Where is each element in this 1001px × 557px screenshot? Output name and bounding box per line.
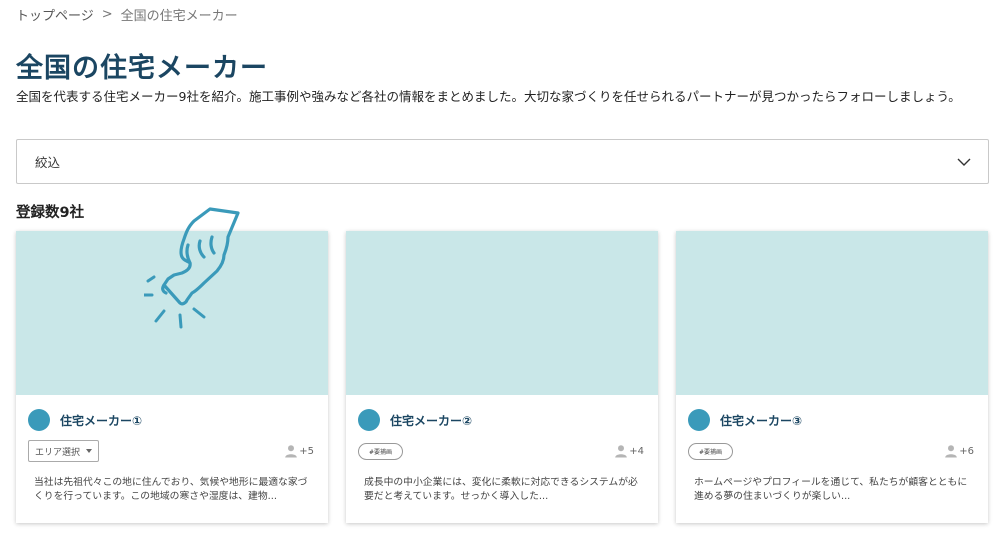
maker-card-list: 住宅メーカー① エリア選択 +5 当社は先祖代々この地に住んでおり、気候や地形に… [16,207,990,523]
breadcrumb-separator: > [101,7,113,22]
follower-count-value: +4 [629,445,644,457]
avatar [28,409,50,431]
avatar [688,409,710,431]
follower-count: +5 [284,444,314,458]
area-select[interactable]: エリア選択 [28,440,100,462]
maker-description: 成長中の中小企業には、変化に柔軟に対応できるシステムが必要だと考えています。せっ… [364,477,638,502]
filter-accordion[interactable]: 絞込 [16,139,989,184]
page-description: 全国を代表する住宅メーカー9社を紹介。施工事例や強みなど各社の情報をまとめました… [16,89,961,104]
follower-count-value: +5 [299,445,314,457]
follower-count: +6 [944,444,974,458]
breadcrumb: トップページ > 全国の住宅メーカー [16,5,238,24]
user-icon [945,445,958,458]
breadcrumb-current: 全国の住宅メーカー [120,9,238,24]
follower-count: +4 [614,444,644,458]
avatar [358,409,380,431]
maker-card-3[interactable]: 住宅メーカー③ #要捕画 +6 ホームページやプロフィールを通じて、私たちが顧客… [676,231,988,523]
chevron-down-icon [957,158,971,166]
maker-name[interactable]: 住宅メーカー② [390,412,472,429]
tag-badge[interactable]: #要捕画 [688,442,734,460]
registered-count: 登録数9社 [16,205,85,221]
card-thumbnail [676,231,988,395]
breadcrumb-home-link[interactable]: トップページ [16,5,94,24]
follower-count-value: +6 [959,445,974,457]
user-icon [615,445,628,458]
caret-down-icon [86,449,93,453]
maker-card-2[interactable]: 住宅メーカー② #要捕画 +4 成長中の中小企業には、変化に柔軟に対応できるシス… [346,231,658,523]
area-select-label: エリア選択 [35,447,81,458]
user-icon [285,445,298,458]
filter-label: 絞込 [35,155,61,170]
maker-card-1[interactable]: 住宅メーカー① エリア選択 +5 当社は先祖代々この地に住んでおり、気候や地形に… [16,207,328,523]
maker-description: ホームページやプロフィールを通じて、私たちが顧客とともに進める夢の住まいづくりが… [694,477,968,502]
maker-description: 当社は先祖代々この地に住んでおり、気候や地形に最適な家づくりを行っています。この… [34,477,308,502]
maker-name[interactable]: 住宅メーカー③ [720,412,802,429]
tag-badge[interactable]: #要捕画 [358,442,404,460]
card-thumbnail [346,231,658,395]
page-title: 全国の住宅メーカー [16,53,268,84]
pointing-hand-icon [144,207,240,329]
maker-name[interactable]: 住宅メーカー① [60,412,142,429]
